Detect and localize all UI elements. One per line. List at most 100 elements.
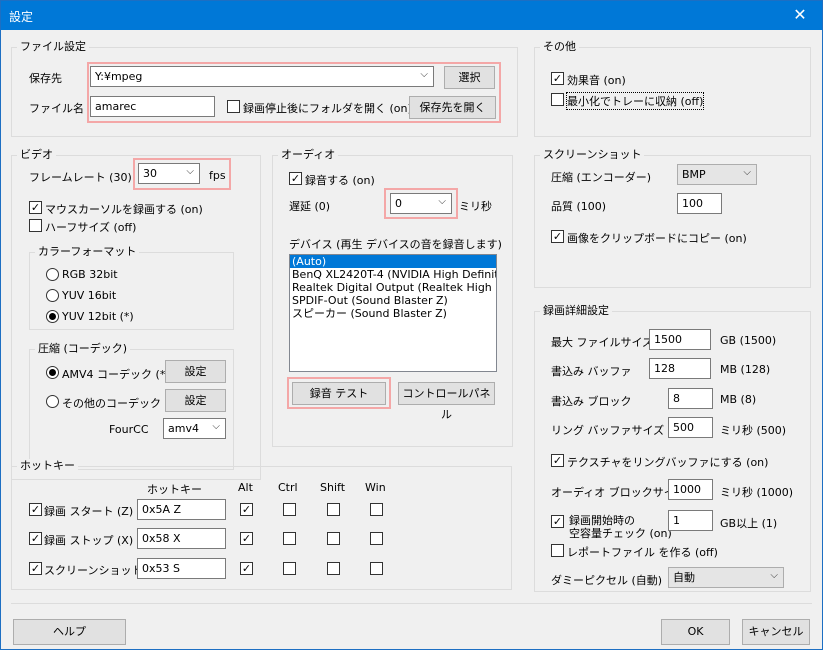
hotkey-screenshot-checkbox[interactable]: ✓ (29, 562, 42, 575)
write-buffer-label: 書込み バッファ (551, 365, 632, 378)
max-size-unit: GB (1500) (720, 334, 777, 347)
half-size-checkbox[interactable] (29, 219, 42, 232)
texture-ring-label: テクスチャをリングバッファにする (on) (567, 456, 769, 469)
hotkey-start-alt[interactable]: ✓ (240, 503, 253, 516)
device-item[interactable]: スピーカー (Sound Blaster Z) (290, 307, 496, 320)
device-item[interactable]: (Auto) (290, 255, 496, 268)
open-save-dir-button[interactable]: 保存先を開く (409, 96, 496, 119)
control-panel-button[interactable]: コントロールパネル (398, 382, 495, 421)
delay-label: 遅延 (0) (289, 200, 331, 213)
audio-block-unit: ミリ秒 (1000) (720, 486, 794, 499)
audio-block-input[interactable]: 1000 (668, 479, 713, 500)
filename-input[interactable]: amarec (90, 96, 215, 117)
free-space-input[interactable]: 1 (668, 510, 713, 531)
quality-input[interactable]: 100 (677, 193, 722, 214)
screenshot-group-label: スクリーンショット (540, 148, 645, 162)
ok-button[interactable]: OK (661, 619, 730, 645)
write-block-unit: MB (8) (720, 393, 757, 406)
chevron-down-icon: ⌵ (212, 421, 220, 432)
record-audio-checkbox[interactable]: ✓ (289, 172, 302, 185)
audio-test-button[interactable]: 録音 テスト (292, 382, 386, 405)
chevron-down-icon: ⌵ (420, 69, 428, 80)
amv4-radio[interactable] (46, 366, 59, 379)
free-space-label-line2: 空容量チェック (on) (569, 527, 672, 540)
fps-unit: fps (209, 169, 226, 182)
device-label: デバイス (再生 デバイスの音を録音します) (289, 238, 502, 251)
device-item[interactable]: SPDIF-Out (Sound Blaster Z) (290, 294, 496, 307)
hotkey-start-input[interactable]: 0x5A Z (137, 499, 226, 520)
color-format-radio-2[interactable] (46, 310, 59, 323)
record-detail-group-label: 録画詳細設定 (540, 304, 612, 318)
hotkey-start-shift[interactable] (327, 503, 340, 516)
hotkey-group-label: ホットキー (17, 459, 78, 473)
other-codec-label: その他のコーデック (62, 397, 161, 410)
write-buffer-input[interactable]: 128 (649, 358, 711, 379)
color-format-radio-1[interactable] (46, 289, 59, 302)
ring-buffer-input[interactable]: 500 (668, 417, 713, 438)
hotkey-col-ctrl: Ctrl (278, 481, 298, 494)
other-codec-radio[interactable] (46, 395, 59, 408)
sound-effect-checkbox[interactable]: ✓ (551, 72, 564, 85)
fourcc-select[interactable]: amv4 ⌵ (163, 418, 226, 439)
screenshot-encoder-value: BMP (682, 168, 706, 181)
hotkey-stop-alt[interactable]: ✓ (240, 532, 253, 545)
color-format-option-2: YUV 12bit (*) (62, 310, 134, 323)
free-space-checkbox[interactable]: ✓ (551, 515, 564, 528)
screenshot-encoder-select[interactable]: BMP ⌵ (677, 164, 757, 185)
hotkey-stop-win[interactable] (370, 532, 383, 545)
delay-select[interactable]: 0 ⌵ (390, 193, 452, 214)
framerate-select[interactable]: 30 ⌵ (138, 163, 200, 184)
select-dir-button[interactable]: 選択 (444, 66, 495, 89)
chevron-down-icon: ⌵ (743, 167, 751, 178)
other-codec-settings-button[interactable]: 設定 (165, 389, 226, 412)
minimize-tray-checkbox[interactable] (551, 93, 564, 106)
dummy-pixel-label: ダミーピクセル (自動) (551, 574, 663, 587)
open-folder-label: 録画停止後にフォルダを開く (on) (243, 102, 412, 115)
hotkey-screenshot-alt[interactable]: ✓ (240, 562, 253, 575)
hotkey-screenshot-win[interactable] (370, 562, 383, 575)
max-size-input[interactable]: 1500 (649, 329, 711, 350)
help-button[interactable]: ヘルプ (13, 619, 126, 645)
amv4-settings-button[interactable]: 設定 (165, 360, 226, 383)
clipboard-checkbox[interactable]: ✓ (551, 230, 564, 243)
hotkey-stop-ctrl[interactable] (283, 532, 296, 545)
hotkey-stop-input[interactable]: 0x58 X (137, 528, 226, 549)
hotkey-start-checkbox[interactable]: ✓ (29, 503, 42, 516)
hotkey-stop-label: 録画 ストップ (X) (44, 534, 134, 547)
hotkey-screenshot-ctrl[interactable] (283, 562, 296, 575)
hotkey-screenshot-input[interactable]: 0x53 S (137, 558, 226, 579)
device-item[interactable]: Realtek Digital Output (Realtek High Def… (290, 281, 496, 294)
color-format-radio-0[interactable] (46, 268, 59, 281)
chevron-down-icon: ⌵ (770, 570, 778, 581)
device-item[interactable]: BenQ XL2420T-4 (NVIDIA High Definition A… (290, 268, 496, 281)
hotkey-stop-checkbox[interactable]: ✓ (29, 532, 42, 545)
video-group-label: ビデオ (17, 148, 56, 162)
open-folder-checkbox[interactable] (227, 100, 240, 113)
dummy-pixel-value: 自動 (673, 571, 695, 584)
device-list[interactable]: (Auto) BenQ XL2420T-4 (NVIDIA High Defin… (289, 254, 497, 372)
hotkey-screenshot-shift[interactable] (327, 562, 340, 575)
write-block-input[interactable]: 8 (668, 388, 713, 409)
texture-ring-checkbox[interactable]: ✓ (551, 454, 564, 467)
record-cursor-checkbox[interactable]: ✓ (29, 201, 42, 214)
hotkey-start-ctrl[interactable] (283, 503, 296, 516)
save-dir-label: 保存先 (29, 72, 62, 85)
report-file-label: レポートファイル を作る (off) (567, 546, 718, 559)
amv4-label: AMV4 コーデック (*) (62, 368, 170, 381)
fourcc-label: FourCC (109, 423, 149, 436)
hotkey-stop-shift[interactable] (327, 532, 340, 545)
save-dir-select[interactable]: Y:¥mpeg ⌵ (90, 66, 434, 87)
report-file-checkbox[interactable] (551, 544, 564, 557)
framerate-label: フレームレート (30) (29, 171, 132, 184)
quality-label: 品質 (100) (551, 200, 607, 213)
hotkey-col-shift: Shift (320, 481, 346, 494)
chevron-down-icon: ⌵ (186, 166, 194, 177)
close-icon[interactable]: ✕ (777, 0, 823, 30)
cancel-button[interactable]: キャンセル (742, 619, 810, 645)
hotkey-start-win[interactable] (370, 503, 383, 516)
dummy-pixel-select[interactable]: 自動 ⌵ (668, 567, 784, 588)
other-group-label: その他 (540, 40, 579, 54)
window-title: 設定 (9, 10, 34, 24)
title-bar: 設定 ✕ (0, 0, 823, 30)
hotkey-start-label: 録画 スタート (Z) (44, 505, 134, 518)
